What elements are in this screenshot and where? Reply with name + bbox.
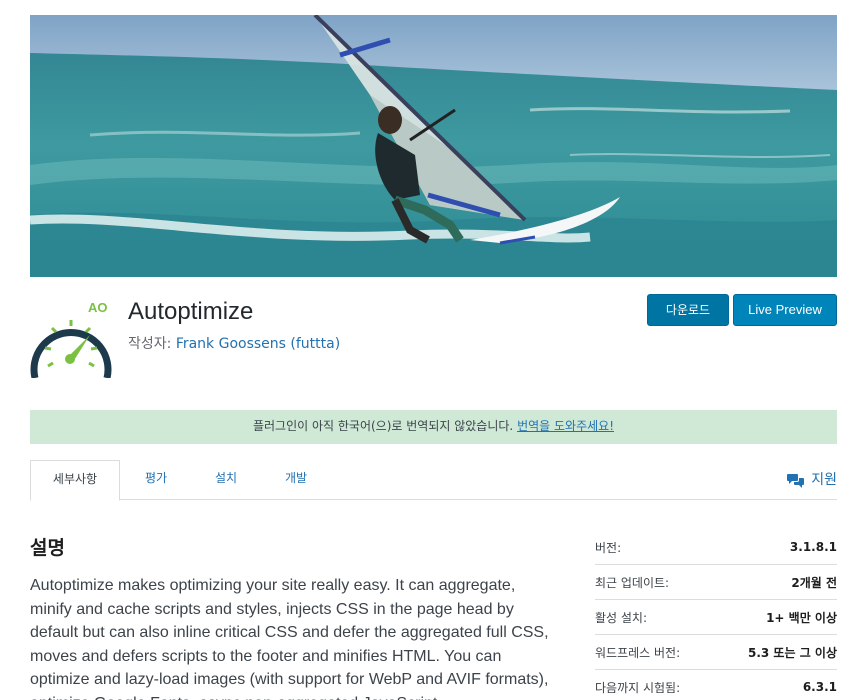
- meta-label: 다음까지 시험됨:: [595, 680, 681, 695]
- plugin-banner: [30, 15, 837, 277]
- meta-value: 6.3.1: [802, 680, 837, 694]
- meta-label: 워드프레스 버전:: [595, 645, 681, 660]
- meta-label: 버전:: [595, 540, 622, 555]
- tab-reviews[interactable]: 평가: [130, 460, 182, 500]
- meta-label: 최근 업데이트:: [595, 575, 670, 590]
- meta-row: 버전: 3.1.8.1: [595, 530, 837, 565]
- tab-install[interactable]: 설치: [200, 460, 252, 500]
- notice-text: 플러그인이 아직 한국어(으)로 번역되지 않았습니다.: [252, 419, 518, 433]
- plugin-tabs: 세부사항 평가 설치 개발 지원: [30, 460, 837, 501]
- meta-value: 3.1.8.1: [789, 540, 837, 554]
- meta-row: 활성 설치: 1+ 백만 이상: [595, 600, 837, 635]
- speech-bubbles-icon: [787, 474, 805, 488]
- plugin-description: Autoptimize makes optimizing your site r…: [30, 577, 549, 700]
- meta-value: 5.3 또는 그 이상: [748, 645, 837, 660]
- tab-support[interactable]: 지원: [787, 460, 837, 500]
- author-prefix: 작성자:: [128, 336, 176, 352]
- support-label: 지원: [811, 472, 837, 488]
- plugin-meta: 버전: 3.1.8.1 최근 업데이트: 2개월 전 활성 설치: 1+ 백만 …: [595, 530, 837, 700]
- plugin-author: 작성자: Frank Goossens (futtta): [128, 333, 340, 353]
- speedometer-icon: AO: [30, 300, 112, 378]
- meta-row: 워드프레스 버전: 5.3 또는 그 이상: [595, 635, 837, 670]
- plugin-title: Autoptimize: [128, 298, 254, 325]
- section-title: 설명: [30, 537, 65, 559]
- meta-value: 2개월 전: [791, 575, 837, 590]
- meta-value: 1+ 백만 이상: [766, 610, 837, 625]
- author-link[interactable]: Frank Goossens (futtta): [176, 336, 340, 352]
- translate-link[interactable]: 번역을 도와주세요!: [517, 419, 614, 433]
- tab-details[interactable]: 세부사항: [30, 460, 120, 501]
- download-button[interactable]: 다운로드: [647, 294, 729, 326]
- meta-label: 활성 설치:: [595, 610, 648, 625]
- banner-image: [30, 15, 837, 277]
- tab-development[interactable]: 개발: [270, 460, 322, 500]
- live-preview-button[interactable]: Live Preview: [733, 294, 837, 326]
- meta-row: 최근 업데이트: 2개월 전: [595, 565, 837, 600]
- icon-text: AO: [88, 300, 108, 315]
- translation-notice: 플러그인이 아직 한국어(으)로 번역되지 않았습니다. 번역을 도와주세요!: [30, 410, 837, 444]
- meta-row: 다음까지 시험됨: 6.3.1: [595, 670, 837, 700]
- plugin-icon: AO: [30, 296, 112, 378]
